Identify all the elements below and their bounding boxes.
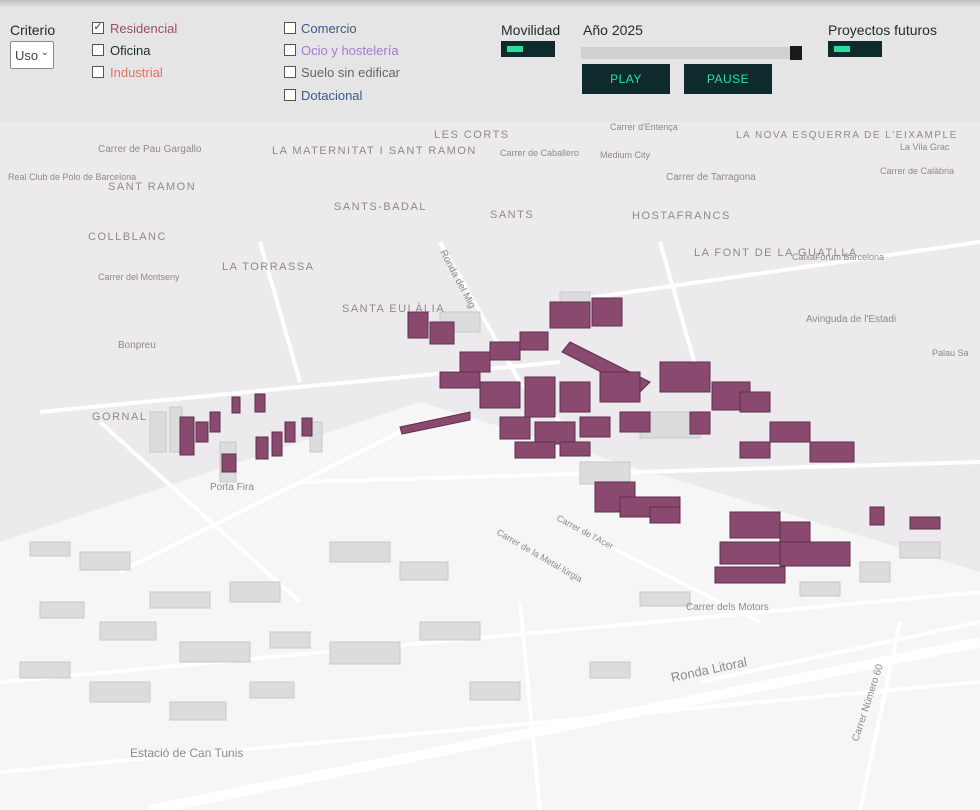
checkbox-comercio[interactable]	[284, 22, 296, 34]
map-label: Carrer de Pau Gargallo	[98, 144, 202, 155]
year-slider-track[interactable]	[581, 47, 796, 59]
label-dotacional: Dotacional	[301, 88, 363, 103]
map-label: Porta Fira	[210, 482, 254, 493]
pause-button[interactable]: PAUSE	[684, 64, 772, 94]
map-label: Carrer de Caballero	[500, 148, 579, 158]
map-label: GORNAL	[92, 411, 147, 423]
movilidad-label: Movilidad	[501, 22, 561, 38]
year-value: 2025	[611, 22, 643, 38]
map-label: Carrer d'Entença	[610, 122, 678, 132]
map-label: Bonpreu	[118, 340, 156, 351]
criterio-select-value: Uso	[15, 48, 39, 63]
checkbox-residencial[interactable]: ✓	[92, 22, 104, 34]
map-3d[interactable]: Carrer de Pau Gargallo Real Club de Polo…	[0, 122, 980, 810]
futuros-toggle[interactable]	[828, 41, 882, 57]
map-label: CaixaForum Barcelona	[792, 252, 884, 262]
map-label: SANTS	[490, 209, 534, 221]
criterio-select[interactable]: Uso ⌄	[10, 41, 54, 69]
year-label: Año 2025	[583, 22, 643, 38]
checkbox-industrial[interactable]	[92, 66, 104, 78]
criterio-label: Criterio	[10, 22, 56, 38]
label-industrial: Industrial	[110, 65, 163, 80]
map-label: SANTA EULÀLIA	[342, 302, 445, 315]
map-label: LA TORRASSA	[222, 261, 315, 273]
label-oficina: Oficina	[110, 43, 151, 58]
movilidad-toggle-knob	[507, 46, 523, 52]
map-label: Medium City	[600, 150, 651, 160]
label-ocio: Ocio y hostelería	[301, 43, 399, 58]
map-label: Carrer del Montseny	[98, 272, 180, 282]
checkbox-dotacional[interactable]	[284, 89, 296, 101]
map-label: Carrer de Tarragona	[666, 172, 756, 183]
map-label: HOSTAFRANCS	[632, 210, 731, 222]
checkbox-ocio[interactable]	[284, 44, 296, 56]
chevron-down-icon: ⌄	[40, 47, 49, 58]
label-comercio: Comercio	[301, 21, 357, 36]
label-suelo: Suelo sin edificar	[301, 65, 400, 80]
play-button[interactable]: PLAY	[582, 64, 670, 94]
movilidad-toggle[interactable]	[501, 41, 555, 57]
panel-top-shadow	[0, 0, 980, 8]
map-label: LA MATERNITAT I SANT RAMON	[272, 145, 477, 157]
map-label: Carrer de Calàbria	[880, 166, 954, 176]
checkbox-suelo[interactable]	[284, 66, 296, 78]
label-residencial: Residencial	[110, 21, 178, 36]
map-label: Avinguda de l'Estadi	[806, 314, 896, 325]
year-text: Año	[583, 22, 608, 38]
map-label: SANTS-BADAL	[334, 201, 427, 213]
checkbox-oficina[interactable]	[92, 44, 104, 56]
map-label: Carrer dels Motors	[686, 602, 769, 613]
map-label: Palau Sa	[932, 348, 969, 358]
map-label: LES CORTS	[434, 129, 510, 141]
map-label: LA NOVA ESQUERRA DE L'EIXAMPLE	[736, 130, 958, 141]
futuros-toggle-knob	[834, 46, 850, 52]
map-label: Estació de Can Tunis	[130, 746, 243, 760]
futuros-label: Proyectos futuros	[828, 22, 937, 38]
year-slider-thumb[interactable]	[790, 46, 802, 60]
map-label: SANT RAMON	[108, 181, 196, 193]
control-panel: Criterio Uso ⌄ ✓ Residencial Oficina Ind…	[0, 0, 980, 122]
map-label: COLLBLANC	[88, 231, 167, 243]
map-label: La Vila Grac	[900, 142, 950, 152]
